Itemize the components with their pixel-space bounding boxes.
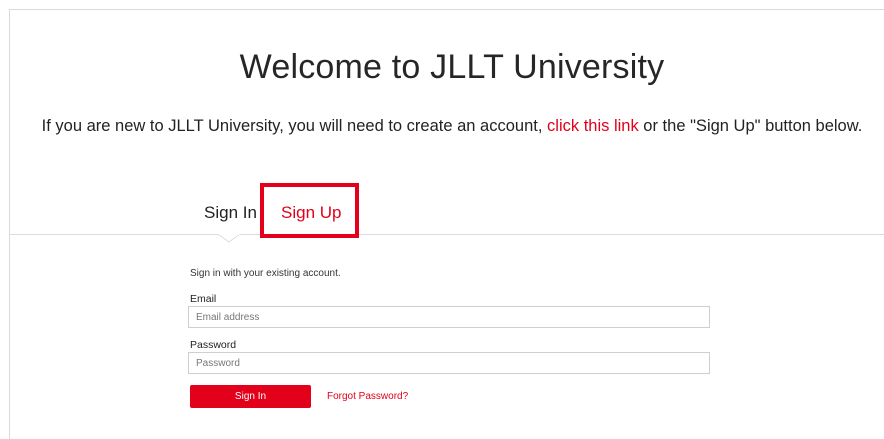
sign-in-button[interactable]: Sign In (190, 385, 311, 408)
forgot-password-link[interactable]: Forgot Password? (327, 391, 408, 402)
intro-text-before: If you are new to JLLT University, you w… (41, 117, 548, 135)
email-label: Email (190, 293, 217, 305)
password-label: Password (190, 339, 237, 351)
tab-sign-up-label: Sign Up (281, 203, 342, 222)
tab-sign-in[interactable]: Sign In (204, 203, 257, 223)
password-field[interactable] (188, 352, 710, 374)
page-title: Welcome to JLLT University (239, 48, 665, 86)
sign-in-hint: Sign in with your existing account. (190, 268, 341, 279)
intro-text: If you are new to JLLT University, you w… (0, 117, 884, 136)
email-field[interactable] (188, 306, 710, 328)
intro-text-after: or the "Sign Up" button below. (638, 117, 863, 135)
create-account-link[interactable]: click this link (547, 117, 639, 135)
tabs-divider (9, 234, 884, 235)
tab-sign-up[interactable]: Sign Up (260, 183, 359, 238)
